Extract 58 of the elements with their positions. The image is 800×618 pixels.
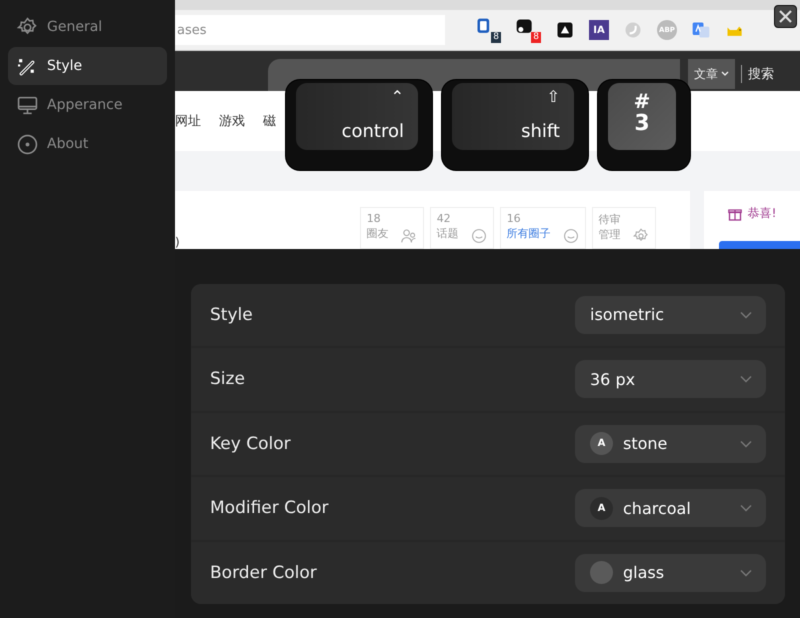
- gear-icon: [632, 228, 649, 244]
- setting-label: Style: [210, 304, 253, 325]
- menu-link[interactable]: 文章: [688, 59, 735, 89]
- action-button[interactable]: [719, 240, 800, 248]
- dropdown[interactable]: A stone: [575, 424, 766, 463]
- stat-value: 16: [506, 212, 522, 226]
- dropdown[interactable]: A charcoal: [575, 489, 766, 528]
- chevron-icon: [721, 71, 729, 77]
- setting-label: Border Color: [210, 562, 317, 583]
- nav-link[interactable]: 游戏: [219, 112, 245, 130]
- text-fragment: ): [175, 234, 180, 248]
- stat-link[interactable]: 所有圈子: [506, 226, 551, 244]
- sidebar-item[interactable]: About: [8, 125, 167, 163]
- setting-label: Key Color: [210, 434, 291, 454]
- address-field[interactable]: ases: [175, 15, 445, 45]
- setting-label: Modifier Color: [210, 498, 329, 518]
- key-symbol: ⌃: [390, 89, 404, 105]
- dropdown[interactable]: glass: [575, 554, 766, 592]
- setting-label: Size: [210, 369, 245, 390]
- extension-icon[interactable]: IA: [589, 20, 609, 40]
- chevron-icon: [740, 375, 752, 384]
- stat-value: 待审: [598, 212, 622, 227]
- sidebar-item[interactable]: Apperance: [8, 86, 167, 124]
- search-link[interactable]: 搜索: [748, 59, 774, 89]
- chat-icon: [470, 228, 487, 244]
- stat-value: 42: [436, 212, 452, 226]
- disc-icon: [17, 134, 38, 154]
- key-label: control: [342, 121, 404, 142]
- sidebar-item[interactable]: General: [8, 8, 167, 46]
- promo-text: 恭喜!: [748, 205, 776, 222]
- chevron-icon: [740, 568, 752, 577]
- stat-tile[interactable]: 16 所有圈子: [500, 206, 586, 248]
- sidebar-item[interactable]: Style: [8, 47, 167, 85]
- key-label: shift: [521, 121, 560, 142]
- key-symbol: #: [634, 91, 650, 111]
- close-icon: [778, 9, 793, 24]
- chevron-icon: [740, 504, 752, 512]
- people-icon: [400, 228, 417, 244]
- color-swatch: A: [590, 432, 613, 456]
- stat-label: 圈友: [366, 226, 389, 242]
- dropdown[interactable]: 36 px: [575, 360, 766, 398]
- stat-label: 管理: [598, 227, 621, 243]
- stat-label: 话题: [436, 226, 459, 242]
- translate-icon[interactable]: [691, 20, 711, 40]
- chevron-icon: [740, 440, 752, 448]
- color-swatch: A: [590, 496, 613, 520]
- monitor-icon: [17, 94, 38, 116]
- chat-icon: [562, 228, 579, 244]
- close-button[interactable]: [774, 5, 797, 28]
- key-symbol: ⇧: [546, 89, 560, 105]
- stat-value: 18: [366, 212, 382, 226]
- nav-link[interactable]: 磁: [263, 112, 276, 130]
- extension-icon[interactable]: [555, 20, 575, 40]
- dropdown[interactable]: isometric: [575, 296, 766, 334]
- chevron-icon: [740, 310, 752, 319]
- gift-icon: [728, 206, 742, 220]
- key-label: 3: [634, 111, 650, 136]
- nav-link[interactable]: 网址: [175, 112, 201, 130]
